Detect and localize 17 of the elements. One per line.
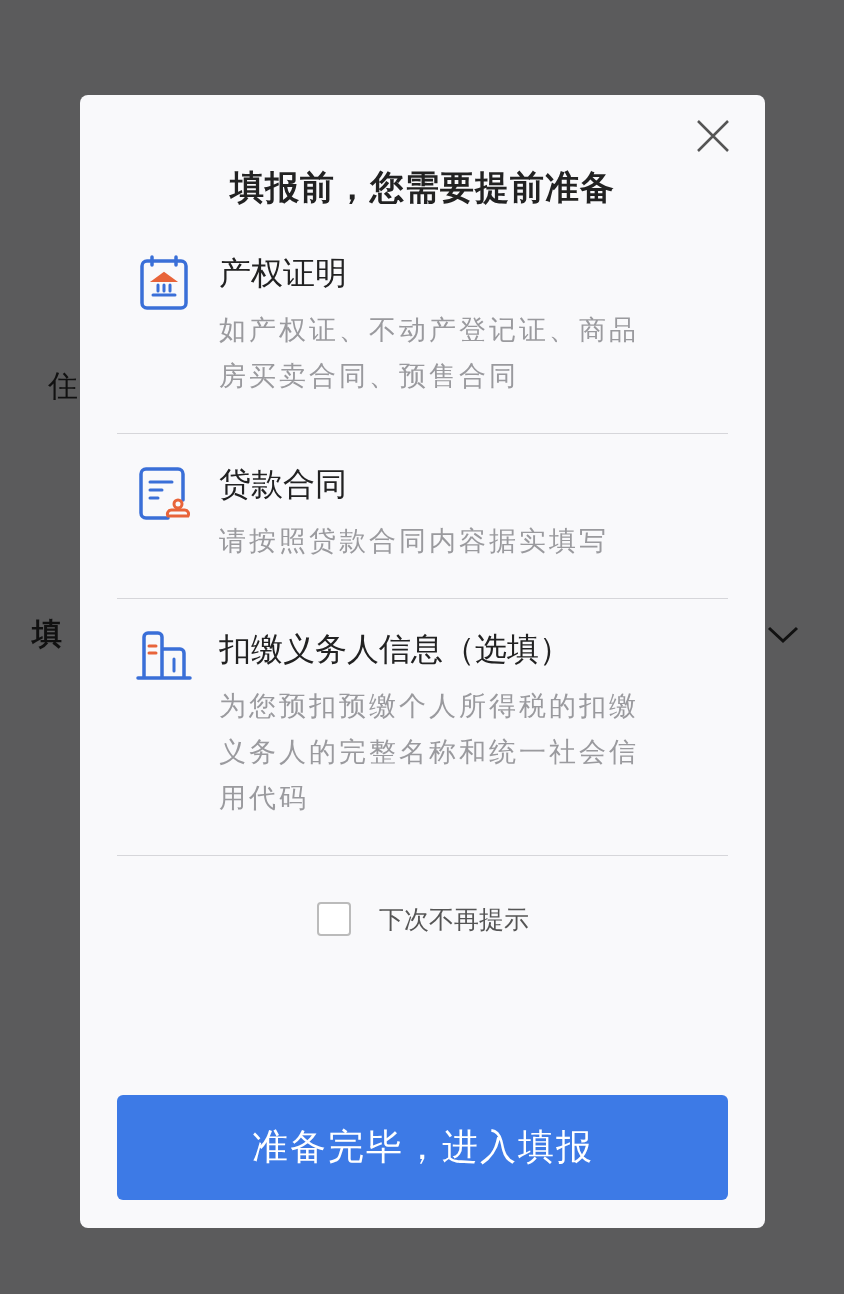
item-description: 为您预扣预缴个人所得税的扣缴义务人的完整名称和统一社会信用代码 [219, 689, 640, 815]
item-title: 产权证明 [219, 253, 348, 294]
document-stamp-icon [138, 466, 190, 522]
building-icon [136, 631, 192, 681]
background-text: 填 [32, 615, 62, 653]
checkbox[interactable] [316, 902, 351, 936]
confirm-button[interactable]: 准备完毕，进入填报 [117, 1095, 728, 1200]
chevron-down-icon [767, 626, 799, 644]
item-description: 请按照贷款合同内容据实填写 [219, 524, 610, 558]
dialog-title: 填报前，您需要提前准备 [228, 166, 616, 209]
calendar-bank-icon [139, 255, 189, 311]
checkbox-label: 下次不再提示 [378, 903, 529, 936]
close-icon[interactable] [696, 119, 730, 153]
background-text: 住 [48, 367, 78, 405]
item-title: 贷款合同 [219, 464, 348, 505]
item-title: 扣缴义务人信息（选填） [219, 629, 572, 670]
item-description: 如产权证、不动产登记证、商品房买卖合同、预售合同 [219, 313, 640, 393]
